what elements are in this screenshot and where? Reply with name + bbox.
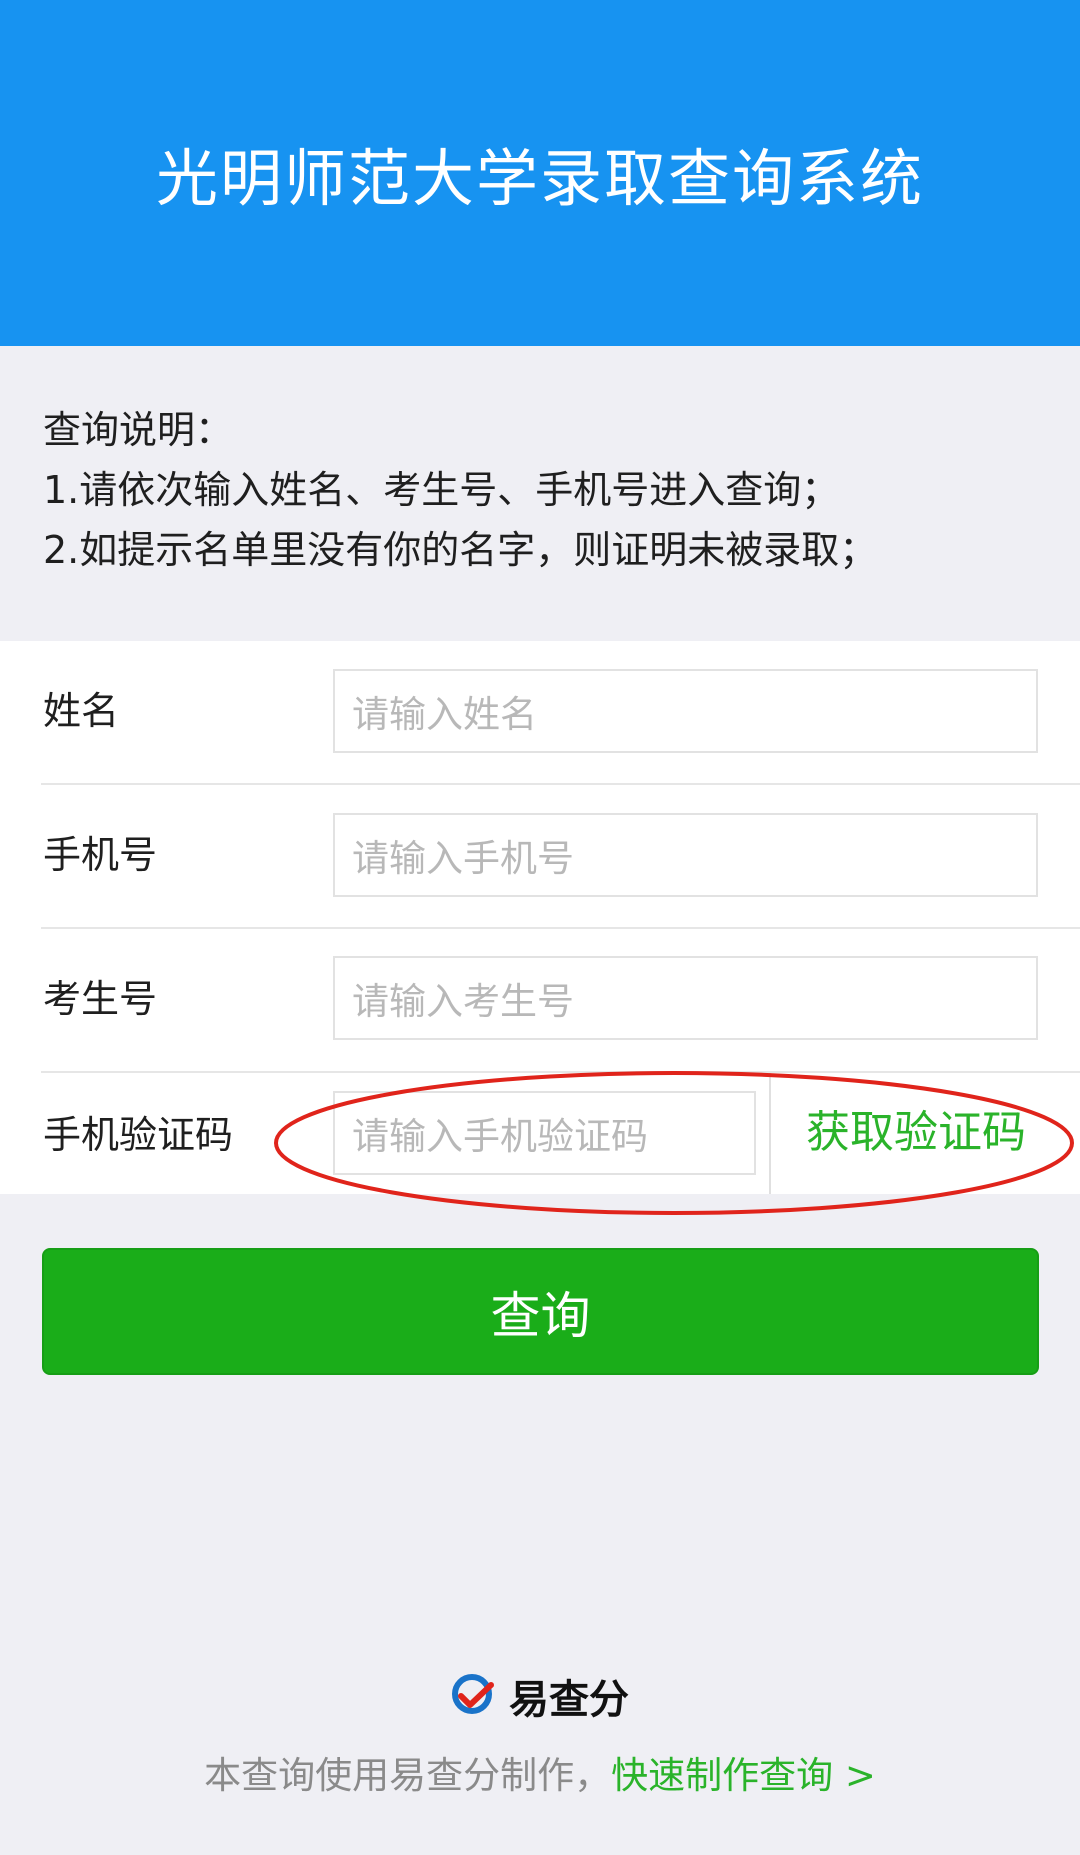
- exam-number-input[interactable]: 请输入考生号: [333, 956, 1038, 1040]
- name-label: 姓名: [43, 689, 120, 733]
- verification-code-label: 手机验证码: [43, 1113, 234, 1157]
- brand: 易查分: [0, 1667, 1080, 1725]
- footer: 本查询使用易查分制作，快速制作查询 >: [0, 1745, 1080, 1799]
- instruction-line: 2.如提示名单里没有你的名字，则证明未被录取；: [43, 528, 878, 572]
- code-button-divider: [769, 1073, 771, 1194]
- phone-input[interactable]: 请输入手机号: [333, 813, 1038, 897]
- query-instructions: 查询说明： 1.请依次输入姓名、考生号、手机号进入查询； 2.如提示名单里没有你…: [43, 400, 1043, 580]
- row-divider: [41, 1071, 1080, 1073]
- quick-create-link[interactable]: 快速制作查询 >: [611, 1754, 876, 1797]
- yichafen-logo-icon: [452, 1674, 494, 1714]
- brand-name: 易查分: [509, 1677, 629, 1723]
- get-verification-code-button[interactable]: 获取验证码: [806, 1105, 1026, 1161]
- instruction-line: 1.请依次输入姓名、考生号、手机号进入查询；: [43, 468, 840, 512]
- app-header: 光明师范大学录取查询系统: [0, 0, 1080, 346]
- verification-code-input[interactable]: 请输入手机验证码: [333, 1091, 756, 1175]
- exam-number-label: 考生号: [43, 977, 158, 1021]
- phone-label: 手机号: [43, 833, 158, 877]
- name-input[interactable]: 请输入姓名: [333, 669, 1038, 753]
- row-divider: [41, 783, 1080, 785]
- row-divider: [41, 927, 1080, 929]
- footer-text: 本查询使用易查分制作，: [204, 1754, 612, 1797]
- query-button[interactable]: 查询: [42, 1248, 1039, 1375]
- instructions-heading: 查询说明：: [43, 408, 234, 452]
- page-title: 光明师范大学录取查询系统: [155, 142, 924, 215]
